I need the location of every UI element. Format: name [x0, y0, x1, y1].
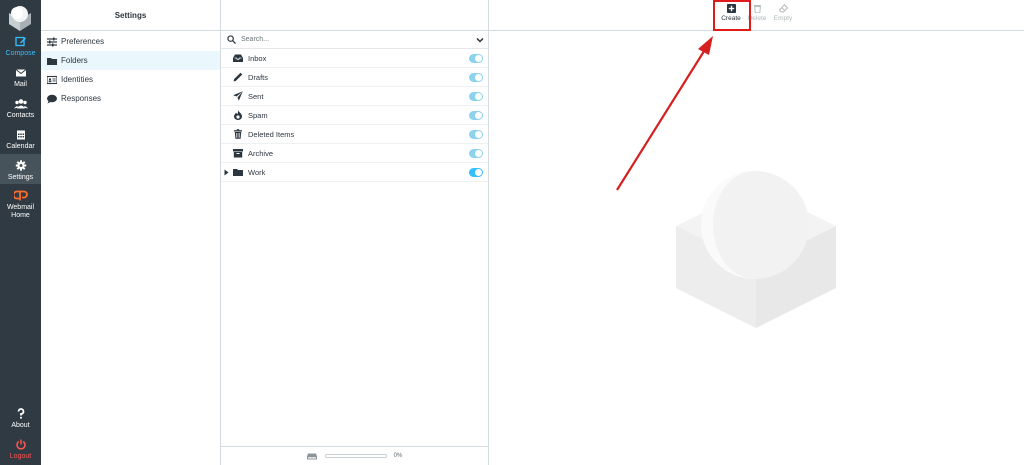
search-icon[interactable] — [227, 35, 236, 44]
paper-plane-icon — [233, 91, 243, 101]
folder-row-deleted-items[interactable]: Deleted Items — [221, 125, 488, 144]
folder-name: Deleted Items — [248, 129, 295, 139]
nav-calendar[interactable]: Calendar — [0, 128, 41, 151]
nav-webmail-home[interactable]: Webmail Home — [0, 189, 41, 220]
chevron-down-icon[interactable] — [476, 36, 484, 44]
folder-name: Inbox — [248, 53, 267, 63]
nav-label-logout: Logout — [9, 453, 32, 460]
main-navigation: Compose Mail Contacts Calendar Settings — [0, 0, 41, 465]
envelope-icon — [15, 69, 26, 77]
nav-compose[interactable]: Compose — [0, 35, 41, 58]
folder-row-sent[interactable]: Sent — [221, 87, 488, 106]
folder-toolbar: Create Delete Empty — [489, 0, 1024, 31]
settings-item-label: Folders — [61, 56, 88, 65]
nav-label-compose: Compose — [5, 50, 36, 57]
nav-logout[interactable]: Logout — [0, 438, 41, 461]
quota-percent: 0% — [393, 453, 403, 459]
folder-list-panel: Inbox Drafts Sent Spam Deleted Items Arc… — [221, 0, 489, 465]
settings-item-responses[interactable]: Responses — [41, 89, 220, 108]
quota-indicator: 0% — [221, 446, 488, 465]
question-icon — [17, 408, 24, 419]
folder-name: Drafts — [248, 72, 269, 82]
contacts-icon — [13, 99, 28, 109]
nav-label-settings: Settings — [7, 174, 34, 181]
empty-button[interactable]: Empty — [769, 4, 797, 22]
sliders-icon — [47, 37, 57, 46]
subscribe-toggle[interactable] — [469, 92, 483, 101]
folder-name: Work — [248, 167, 266, 177]
subscribe-toggle[interactable] — [469, 73, 483, 82]
compose-icon — [14, 36, 26, 47]
folder-name: Spam — [248, 110, 268, 120]
settings-header: Settings — [41, 0, 220, 31]
expand-arrow-icon[interactable] — [224, 169, 229, 176]
hard-drive-icon — [306, 453, 317, 459]
nav-label-webmail: Webmail — [6, 204, 35, 211]
roundcube-logo-icon[interactable] — [6, 4, 34, 32]
nav-about[interactable]: About — [0, 407, 41, 430]
fire-icon — [234, 110, 242, 120]
folder-name: Archive — [248, 148, 274, 158]
nav-label-mail: Mail — [14, 81, 27, 88]
settings-item-label: Responses — [61, 94, 102, 103]
folder-row-drafts[interactable]: Drafts — [221, 68, 488, 87]
settings-item-folders[interactable]: Folders — [41, 51, 220, 70]
pencil-icon — [233, 72, 243, 82]
nav-label-home: Home — [11, 212, 30, 219]
nav-label-about: About — [11, 422, 30, 429]
subscribe-toggle[interactable] — [469, 54, 483, 63]
folder-row-work[interactable]: Work — [221, 163, 488, 182]
settings-item-identities[interactable]: Identities — [41, 70, 220, 89]
power-icon — [15, 439, 26, 450]
folders-header — [221, 0, 488, 31]
folder-search-input[interactable] — [241, 36, 461, 43]
subscribe-toggle[interactable] — [469, 149, 483, 158]
subscribe-toggle[interactable] — [469, 130, 483, 139]
roundcube-watermark-icon — [676, 171, 836, 328]
empty-label: Empty — [773, 15, 793, 22]
nav-contacts[interactable]: Contacts — [0, 97, 41, 120]
folder-search — [221, 31, 488, 49]
create-highlight-box — [713, 0, 751, 31]
settings-item-preferences[interactable]: Preferences — [41, 32, 220, 51]
subscribe-toggle[interactable] — [469, 168, 483, 177]
settings-item-label: Preferences — [61, 37, 105, 46]
folder-icon — [233, 169, 243, 176]
folder-name: Sent — [248, 91, 264, 101]
gear-icon — [15, 160, 26, 171]
speech-bubble-icon — [47, 94, 57, 103]
archive-icon — [233, 149, 243, 158]
settings-sidebar: Settings Preferences Folders Identities … — [41, 0, 221, 465]
folder-row-inbox[interactable]: Inbox — [221, 49, 488, 68]
id-card-icon — [47, 75, 57, 84]
cpanel-icon — [13, 190, 28, 201]
inbox-icon — [233, 54, 243, 62]
subscribe-toggle[interactable] — [469, 111, 483, 120]
trash-icon — [753, 5, 761, 13]
calendar-icon — [16, 130, 25, 140]
eraser-icon — [778, 4, 788, 13]
quota-progress-bar — [324, 454, 387, 458]
folder-icon — [47, 57, 57, 65]
settings-item-label: Identities — [61, 75, 94, 84]
trash-icon — [234, 129, 242, 139]
nav-label-contacts: Contacts — [6, 112, 35, 119]
folder-row-spam[interactable]: Spam — [221, 106, 488, 125]
nav-label-calendar: Calendar — [6, 143, 35, 150]
nav-mail[interactable]: Mail — [0, 66, 41, 89]
folder-row-archive[interactable]: Archive — [221, 144, 488, 163]
nav-settings[interactable]: Settings — [0, 154, 41, 184]
